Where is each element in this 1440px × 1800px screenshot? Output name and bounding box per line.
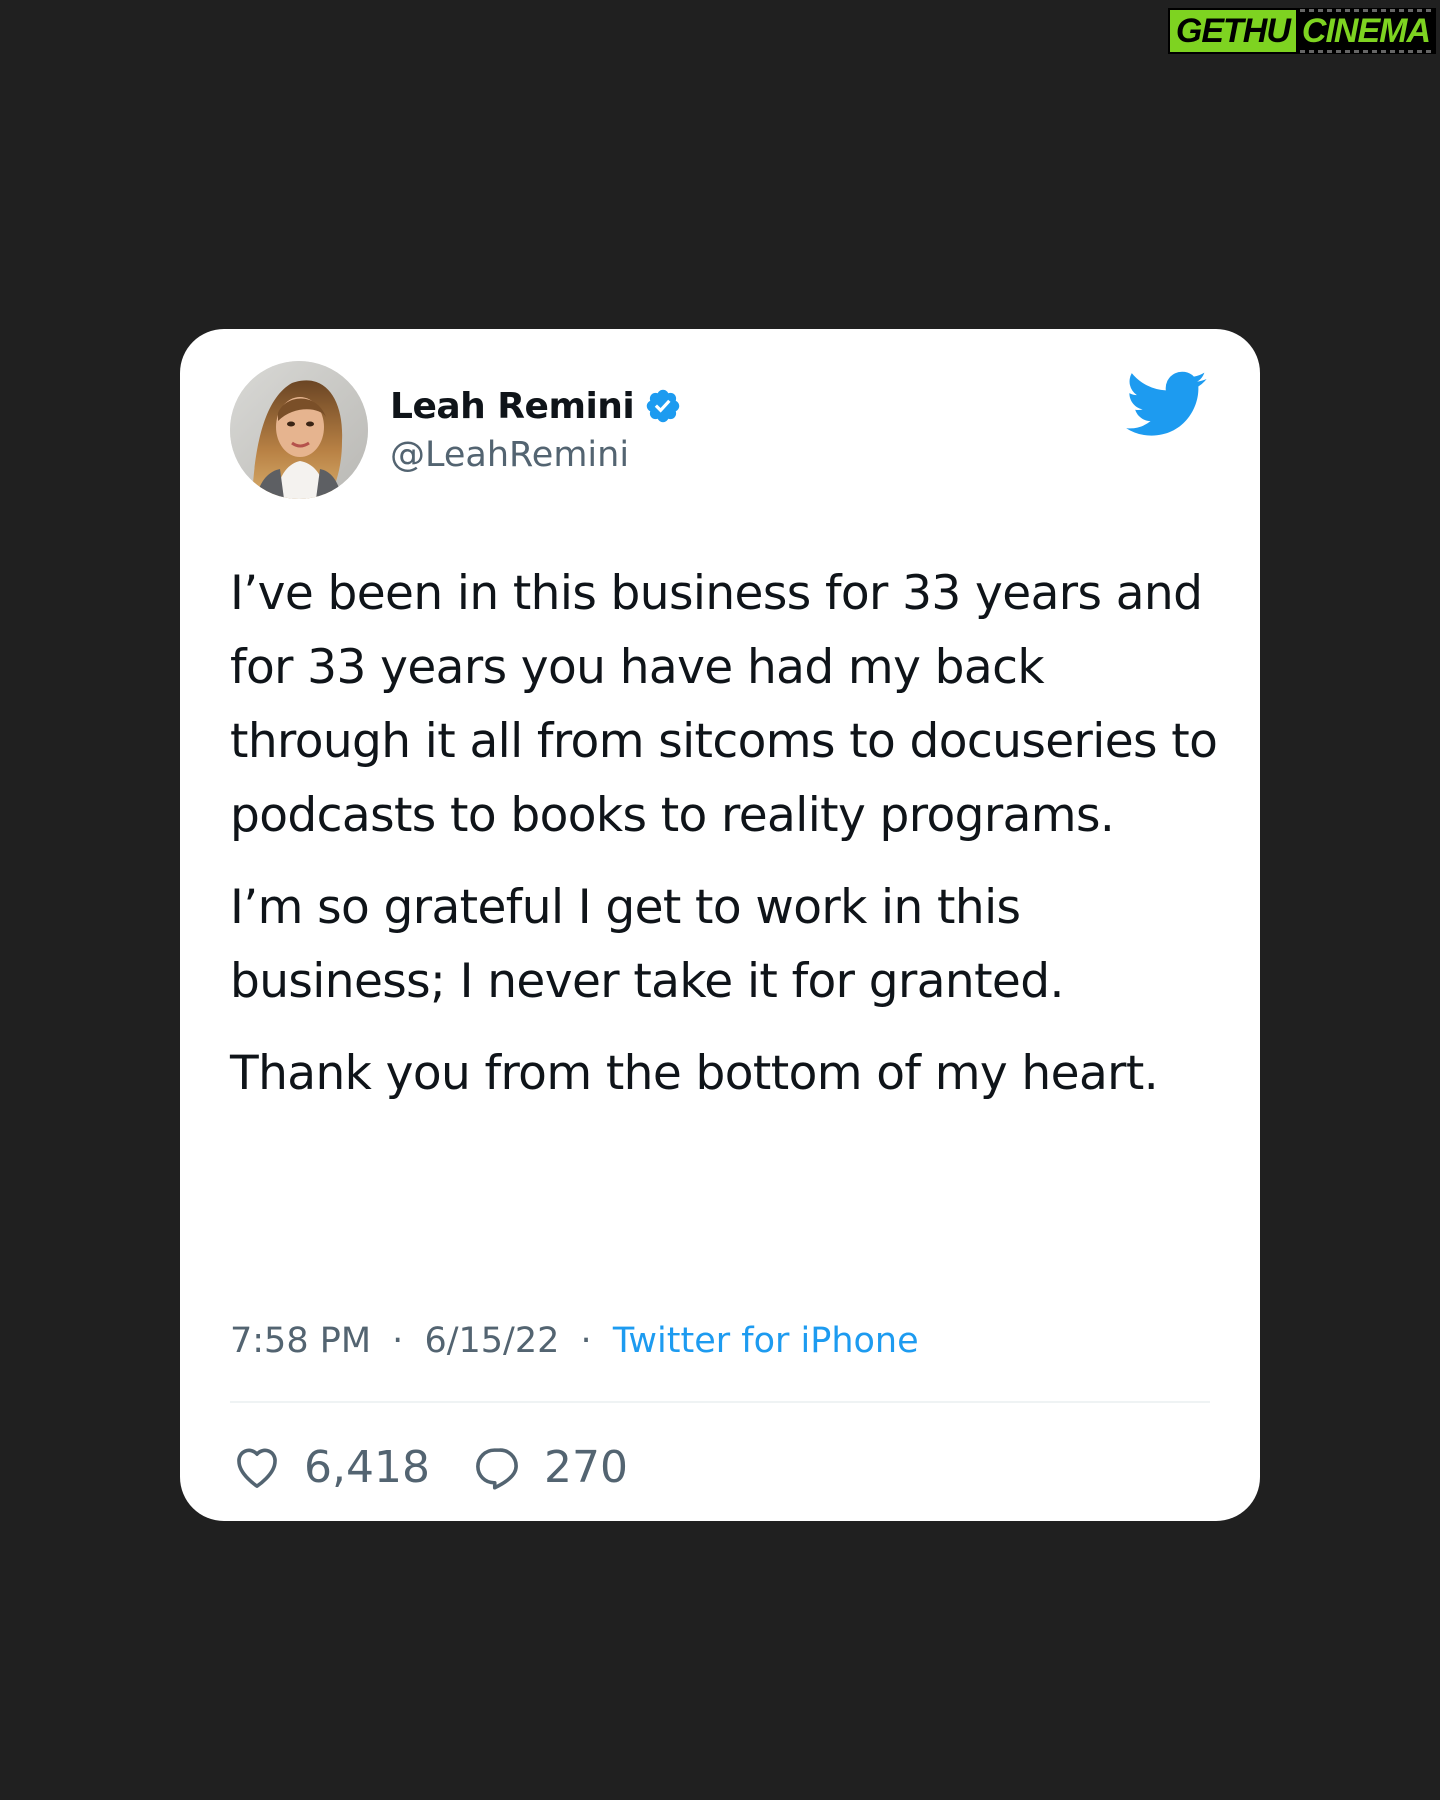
tweet-paragraph: Thank you from the bottom of my heart. — [230, 1046, 1159, 1101]
replies-count: 270 — [543, 1441, 628, 1493]
twitter-bird-icon — [1126, 371, 1208, 439]
tweet-date[interactable]: 6/15/22 — [424, 1321, 559, 1361]
author-name-row[interactable]: Leah Remini — [390, 381, 682, 431]
reply-bubble-icon[interactable] — [470, 1440, 524, 1494]
avatar[interactable] — [230, 361, 368, 499]
engagement-stats: 6,418 270 — [230, 1437, 668, 1497]
tweet-paragraph: I’m so grateful I get to work in this bu… — [230, 880, 1064, 1009]
verified-badge-icon — [644, 387, 682, 425]
heart-icon[interactable] — [230, 1440, 284, 1494]
likes-count: 6,418 — [304, 1441, 430, 1493]
divider — [230, 1401, 1210, 1403]
display-name[interactable]: Leah Remini — [390, 386, 635, 427]
watermark-text-gethu: GETHU — [1167, 8, 1296, 54]
tweet-source-link[interactable]: Twitter for iPhone — [613, 1321, 919, 1361]
tweet-time[interactable]: 7:58 PM — [230, 1321, 371, 1361]
user-handle[interactable]: @LeahRemini — [390, 435, 629, 475]
tweet-paragraph: I’ve been in this business for 33 years … — [230, 566, 1218, 843]
meta-separator: · — [392, 1321, 404, 1361]
tweet-text: I’ve been in this business for 33 years … — [230, 557, 1230, 1129]
tweet-card: Leah Remini @LeahRemini I’ve been in thi… — [180, 329, 1260, 1521]
tweet-metadata: 7:58 PM · 6/15/22 · Twitter for iPhone — [230, 1321, 919, 1361]
meta-separator: · — [580, 1321, 592, 1361]
watermark-logo: GETHU CINEMA — [1167, 6, 1436, 56]
watermark-text-cinema: CINEMA — [1295, 8, 1436, 54]
